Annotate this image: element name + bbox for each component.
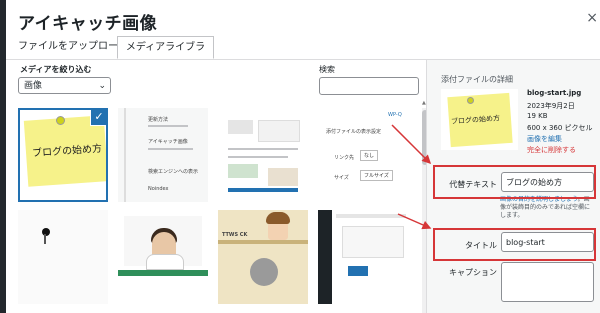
media-type-value: 画像 (24, 81, 43, 91)
details-thumbnail: ブログの始め方 (441, 89, 518, 150)
thumb-text: WP-Q (388, 112, 402, 118)
thumb-text: なし (360, 150, 379, 161)
media-modal: アイキャッチ画像 × ファイルをアップロード メディアライブラリ メディアを絞り… (6, 0, 600, 313)
pin-icon (467, 97, 474, 104)
thumb-text: 添付ファイルの表示設定 (326, 129, 382, 135)
modal-title: アイキャッチ画像 (18, 14, 158, 34)
media-tabs: ファイルをアップロード メディアライブラリ (6, 36, 600, 75)
file-name: blog-start.jpg (527, 89, 582, 97)
search-input[interactable] (319, 77, 419, 95)
caption-label: キャプション (449, 268, 497, 277)
thumb-text: TTWS CK (222, 232, 248, 238)
attachment-screenshot-display-settings[interactable]: 添付ファイルの表示設定 WP-Q リンク先 なし サイズ フルサイズ (318, 108, 414, 202)
alt-text-help: 画像の目的を説明しましょう。画像が装飾目的のみであれば空欄にします。 (500, 196, 595, 220)
thumb-text: サイズ (334, 175, 349, 181)
delete-permanently-link[interactable]: 完全に削除する (527, 145, 576, 155)
thumb-text: Noindex (148, 186, 169, 192)
thumb-text: 更新方法 (148, 117, 169, 123)
media-browser: メディアを絞り込む 画像 ⌄ 検索 ブログの始め方 ✓ 更新方法 アイキャッチ画… (6, 60, 426, 313)
search-label: 検索 (319, 65, 335, 74)
filter-label: メディアを絞り込む (20, 65, 92, 74)
caption-field[interactable] (501, 262, 594, 302)
media-type-select[interactable]: 画像 ⌄ (18, 77, 111, 94)
image-dimensions: 600 x 360 ピクセル (527, 124, 593, 132)
details-heading: 添付ファイルの詳細 (441, 75, 513, 84)
alt-text-highlight-box (433, 165, 596, 199)
file-size: 19 KB (527, 112, 548, 120)
thumb-text: リンク先 (334, 155, 355, 161)
close-icon[interactable]: × (586, 10, 598, 26)
thumb-text: 検索エンジンへの表示 (148, 169, 199, 175)
thumb-text: フルサイズ (360, 170, 393, 181)
chevron-down-icon: ⌄ (98, 81, 106, 91)
tab-media-library[interactable]: メディアライブラリ (117, 36, 214, 75)
title-highlight-box (433, 228, 596, 261)
thumb-text: アイキャッチ画像 (148, 139, 188, 145)
checkmark-icon[interactable]: ✓ (90, 110, 106, 126)
tab-upload[interactable]: ファイルをアップロード (14, 36, 132, 59)
attachment-screenshot-editor[interactable] (218, 108, 308, 202)
attachment-pin-photo[interactable] (18, 210, 108, 304)
attachment-screenshot-settings[interactable]: 更新方法 アイキャッチ画像 検索エンジンへの表示 Noindex (118, 108, 208, 202)
attachment-person-photo[interactable] (118, 210, 208, 304)
attachment-illustration[interactable]: TTWS CK (218, 210, 308, 304)
upload-date: 2023年9月2日 (527, 102, 575, 110)
attachment-blog-start[interactable]: ブログの始め方 ✓ (18, 108, 108, 202)
attachment-screenshot-dark[interactable] (318, 210, 414, 304)
edit-image-link[interactable]: 画像を編集 (527, 134, 562, 144)
pin-icon (56, 116, 65, 125)
